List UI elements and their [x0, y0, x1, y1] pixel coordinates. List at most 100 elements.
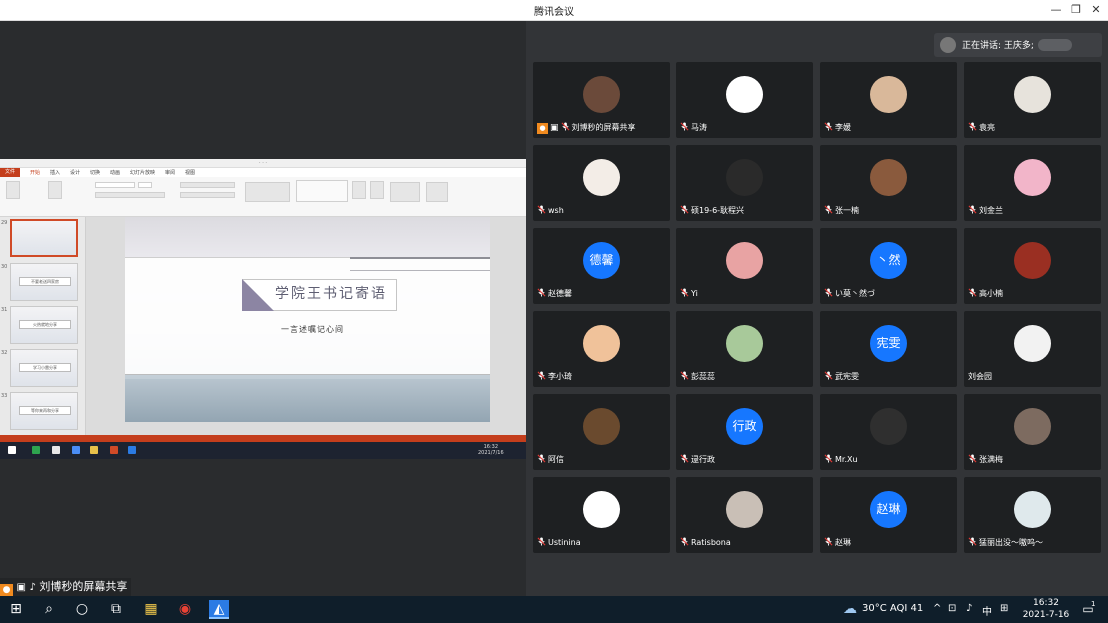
minimize-button[interactable]: — [1047, 2, 1065, 18]
volume-icon[interactable]: ♪ [966, 603, 972, 614]
ppt-status-bar [0, 435, 526, 442]
font-format-row [95, 192, 165, 198]
participant-tile[interactable]: 行政 逯行政 [676, 394, 813, 470]
tencent-meeting-window: 腾讯会议 — ❐ ✕ · · · 文件 开始 插入 设计 切换 动画 幻灯片放映… [0, 0, 1108, 597]
close-button[interactable]: ✕ [1087, 2, 1105, 18]
network-icon[interactable]: ⊡ [948, 603, 956, 614]
participant-tile[interactable]: 阿信 [533, 394, 670, 470]
participant-name-row: 马涛 [680, 121, 707, 134]
shared-taskbar: 16:32 2021/7/16 [0, 442, 526, 459]
participant-name: 高小楠 [979, 289, 1003, 298]
weather-icon[interactable]: ☁ [840, 600, 860, 619]
participant-tile[interactable]: 张一楠 [820, 145, 957, 221]
participant-avatar [870, 76, 907, 113]
participant-avatar [870, 408, 907, 445]
ppt-title-bar: · · · [0, 159, 526, 168]
shared-screen-view[interactable]: · · · 文件 开始 插入 设计 切换 动画 幻灯片放映 审阅 视图 29 3… [0, 159, 526, 459]
participant-avatar [726, 325, 763, 362]
chrome-icon[interactable]: ◉ [175, 600, 195, 619]
participant-avatar: 丶然 [870, 242, 907, 279]
participant-name: 马涛 [691, 123, 707, 132]
ime-mode-icon[interactable]: ⊞ [1000, 603, 1008, 614]
participant-name: 刘会园 [968, 372, 992, 381]
mic-icon [537, 537, 546, 546]
participant-tile[interactable]: 丶然 い莫丶然づ [820, 228, 957, 304]
powerpoint-icon [110, 446, 118, 454]
search-icon[interactable]: ⌕ [39, 600, 59, 619]
participant-tile[interactable]: Ratisbona [676, 477, 813, 553]
participant-name-row: wsh [537, 204, 564, 217]
mic-icon [680, 371, 689, 380]
participant-name-row: 阿信 [537, 453, 564, 466]
paragraph-row [180, 182, 235, 188]
slide-thumbnail [10, 219, 78, 257]
participant-tile[interactable]: 李媛 [820, 62, 957, 138]
participant-avatar [726, 491, 763, 528]
participant-tile[interactable]: Yi [676, 228, 813, 304]
participant-tile[interactable]: 刘会园 [964, 311, 1101, 387]
participant-name: 阿信 [548, 455, 564, 464]
slide-thumbnail: 学习小雷分享 [10, 349, 78, 387]
ppt-ribbon [0, 177, 526, 217]
taskbar-clock[interactable]: 16:32 2021-7-16 [1018, 597, 1074, 621]
participant-tile[interactable]: Mr.Xu [820, 394, 957, 470]
task-view-icon[interactable]: ⧉ [106, 600, 126, 619]
participant-name-row: 武宪雯 [824, 370, 859, 383]
participant-tile[interactable]: 赵琳 赵琳 [820, 477, 957, 553]
ppt-tab-view: 视图 [185, 170, 196, 176]
thumb-number: 32 [1, 350, 8, 356]
screen-share-icon: ▣ [16, 582, 26, 593]
mic-icon [824, 288, 833, 297]
participant-tile[interactable]: 刘金兰 [964, 145, 1101, 221]
ppt-ribbon-tabs: 文件 开始 插入 设计 切换 动画 幻灯片放映 审阅 视图 [0, 168, 526, 177]
windows-start-icon[interactable]: ⊞ [6, 600, 26, 619]
thumb-label: 等你来再和分享 [19, 406, 71, 415]
speaking-label: 正在讲话: 王庆多; [962, 41, 1034, 51]
participant-name: 刘金兰 [979, 206, 1003, 215]
participant-name-row: 彭蕊蕊 [680, 370, 715, 383]
ppt-tab-animation: 动画 [110, 170, 121, 176]
participant-name-row: 刘金兰 [968, 204, 1003, 217]
thumb-label: 学习小雷分享 [19, 363, 71, 372]
mic-icon [968, 205, 977, 214]
font-name-box [95, 182, 135, 188]
paste-icon [6, 181, 20, 199]
slide-title-triangle [242, 279, 274, 311]
ime-indicator[interactable]: 中 [982, 603, 992, 618]
notification-count: 1 [1091, 600, 1096, 608]
blurred-name [1038, 39, 1072, 51]
chevron-up-icon[interactable]: ^ [933, 603, 941, 614]
participant-tile[interactable]: 德馨 赵德馨 [533, 228, 670, 304]
mic-icon [680, 288, 689, 297]
weather-text[interactable]: 30°C AQI 41 [862, 603, 923, 614]
participant-avatar [1014, 76, 1051, 113]
participant-tile[interactable]: 彭蕊蕊 [676, 311, 813, 387]
participant-tile[interactable]: Ustinina [533, 477, 670, 553]
participant-name: 李小琦 [548, 372, 572, 381]
store-icon[interactable]: ▦ [141, 600, 161, 619]
participant-tile[interactable]: 马涛 [676, 62, 813, 138]
windows-icon [8, 446, 16, 454]
slide-subtitle: 一言述嘱记心间 [281, 325, 344, 334]
participant-tile[interactable]: 张满梅 [964, 394, 1101, 470]
participant-name: Mr.Xu [835, 455, 858, 464]
participant-tile[interactable]: wsh [533, 145, 670, 221]
ppt-tab-transition: 切换 [90, 170, 101, 176]
participant-tile[interactable]: ● ▣ 刘博秒的屏幕共享 [533, 62, 670, 138]
mic-icon [680, 537, 689, 546]
tencent-meeting-icon[interactable]: ◭ [209, 600, 229, 619]
restore-button[interactable]: ❐ [1067, 2, 1085, 18]
participant-tile[interactable]: 李小琦 [533, 311, 670, 387]
participant-name: 赵德馨 [548, 289, 572, 298]
participant-tile[interactable]: 硕19-6-耿程兴 [676, 145, 813, 221]
thumb-label: 火热就地分享 [19, 320, 71, 329]
ppt-tab-insert: 插入 [50, 170, 61, 176]
participant-tile[interactable]: 袁亮 [964, 62, 1101, 138]
app-icon [52, 446, 60, 454]
new-slide-icon [48, 181, 62, 199]
cortana-icon[interactable]: ○ [72, 600, 92, 619]
shared-screen-pane: · · · 文件 开始 插入 设计 切换 动画 幻灯片放映 审阅 视图 29 3… [0, 21, 526, 597]
participant-tile[interactable]: 猛丽出没～嗷呜～ [964, 477, 1101, 553]
participant-tile[interactable]: 宪雯 武宪雯 [820, 311, 957, 387]
participant-tile[interactable]: 高小楠 [964, 228, 1101, 304]
